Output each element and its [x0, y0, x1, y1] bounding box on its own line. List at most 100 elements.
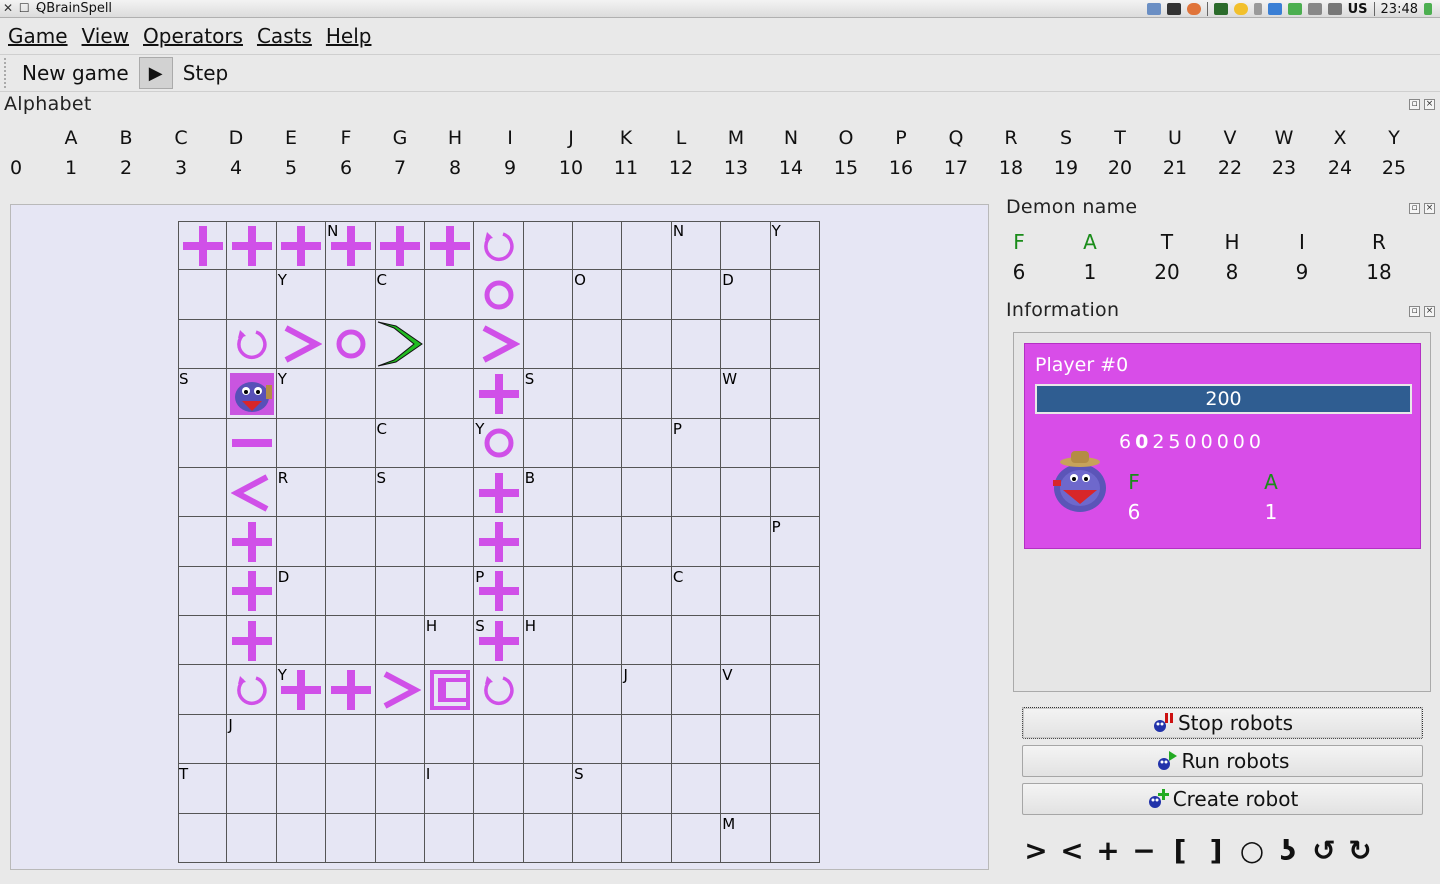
- board-cell[interactable]: [276, 616, 327, 666]
- board-cell[interactable]: [770, 566, 820, 617]
- volume-icon[interactable]: [1327, 3, 1342, 15]
- board-cell[interactable]: [523, 418, 574, 468]
- game-board[interactable]: NNYYCODSYSWCYPRSBPDPCHSHYJVJTISM: [178, 221, 820, 863]
- left-bracket-icon[interactable]: [: [1162, 832, 1198, 868]
- minus-operator-icon[interactable]: [227, 419, 276, 468]
- board-cell[interactable]: [573, 319, 623, 370]
- board-cell[interactable]: [178, 270, 228, 320]
- monitor-icon[interactable]: [1213, 3, 1228, 15]
- menu-operators[interactable]: Operators: [142, 24, 244, 48]
- board-cell[interactable]: [770, 764, 820, 814]
- plus-operator-icon[interactable]: [376, 221, 425, 270]
- board-cell[interactable]: [424, 270, 475, 320]
- lt-operator-icon[interactable]: [227, 468, 276, 517]
- board-cell[interactable]: [622, 714, 672, 765]
- board-cell[interactable]: [424, 764, 475, 814]
- board-cell[interactable]: [424, 517, 475, 567]
- clock[interactable]: 23:48: [1381, 2, 1418, 17]
- board-cell[interactable]: [622, 221, 672, 271]
- board-cell[interactable]: [622, 270, 672, 320]
- circle-operator-icon[interactable]: [474, 419, 523, 468]
- plus-operator-icon[interactable]: [178, 221, 227, 270]
- right-bracket-icon[interactable]: ]: [1198, 832, 1234, 868]
- browser-icon[interactable]: [1186, 3, 1201, 15]
- board-cell[interactable]: [276, 418, 327, 468]
- plus-operator-icon[interactable]: [326, 221, 375, 270]
- rotate-cw-icon[interactable]: ↻: [1342, 832, 1378, 868]
- float-icon[interactable]: ▫: [1409, 306, 1420, 317]
- plus-operator-icon[interactable]: [326, 665, 375, 714]
- board-cell[interactable]: [326, 566, 376, 617]
- menu-game[interactable]: Game: [7, 24, 69, 48]
- files-icon[interactable]: [1146, 3, 1161, 15]
- board-cell[interactable]: [622, 319, 672, 370]
- board-cell[interactable]: [770, 418, 820, 468]
- board-cell[interactable]: [326, 467, 376, 518]
- terminal-icon[interactable]: [1166, 3, 1181, 15]
- bracket-operator-icon[interactable]: [425, 665, 474, 714]
- board-cell[interactable]: [523, 221, 574, 271]
- gt-operator-icon[interactable]: [277, 320, 326, 369]
- board-cell[interactable]: [671, 813, 722, 863]
- robot-icon[interactable]: [227, 369, 276, 418]
- board-cell[interactable]: [671, 714, 722, 765]
- plus-operator-icon[interactable]: [425, 221, 474, 270]
- board-cell[interactable]: [622, 566, 672, 617]
- gt-operator-icon[interactable]: [474, 320, 523, 369]
- board-cell[interactable]: [375, 616, 425, 666]
- plus-operator-icon[interactable]: [227, 221, 276, 270]
- board-cell[interactable]: [178, 616, 228, 666]
- board-cell[interactable]: [523, 714, 574, 765]
- hook-icon[interactable]: ʖ: [1270, 832, 1306, 868]
- plus-operator-icon[interactable]: [277, 665, 326, 714]
- board-cell[interactable]: [770, 369, 820, 419]
- board-cell[interactable]: [326, 369, 376, 419]
- plus-operator-icon[interactable]: [227, 517, 276, 566]
- board-cell[interactable]: [178, 418, 228, 468]
- board-cell[interactable]: [573, 616, 623, 666]
- board-cell[interactable]: [573, 221, 623, 271]
- toolbar-grip[interactable]: [4, 58, 10, 88]
- board-cell[interactable]: [770, 665, 820, 715]
- board-cell[interactable]: [671, 764, 722, 814]
- lt-icon[interactable]: <: [1054, 832, 1090, 868]
- board-cell[interactable]: [227, 270, 277, 320]
- step-button[interactable]: Step: [179, 61, 233, 85]
- board-cell[interactable]: [424, 566, 475, 617]
- board-cell[interactable]: [721, 418, 771, 468]
- board-cell[interactable]: [573, 665, 623, 715]
- plus-operator-icon[interactable]: [474, 517, 523, 566]
- menu-casts[interactable]: Casts: [256, 24, 313, 48]
- board-cell[interactable]: [424, 418, 475, 468]
- board-cell[interactable]: [276, 764, 327, 814]
- plus-operator-icon[interactable]: [474, 468, 523, 517]
- board-cell[interactable]: [375, 714, 425, 765]
- rotate-operator-icon[interactable]: [227, 320, 276, 369]
- board-cell[interactable]: [375, 369, 425, 419]
- board-cell[interactable]: [523, 764, 574, 814]
- board-cell[interactable]: [622, 665, 672, 715]
- board-cell[interactable]: [523, 517, 574, 567]
- board-cell[interactable]: [622, 369, 672, 419]
- board-cell[interactable]: [276, 714, 327, 765]
- board-cell[interactable]: [326, 517, 376, 567]
- board-cell[interactable]: [671, 467, 722, 518]
- menu-view[interactable]: View: [81, 24, 130, 48]
- board-cell[interactable]: [573, 566, 623, 617]
- update-icon[interactable]: [1287, 3, 1302, 15]
- board-cell[interactable]: [227, 764, 277, 814]
- plus-operator-icon[interactable]: [227, 616, 276, 665]
- board-cell[interactable]: [227, 714, 277, 765]
- board-cell[interactable]: [622, 813, 672, 863]
- gt-operator-icon[interactable]: [376, 665, 425, 714]
- board-cell[interactable]: [523, 813, 574, 863]
- board-cell[interactable]: [178, 714, 228, 765]
- board-cell[interactable]: [523, 665, 574, 715]
- close-icon[interactable]: ×: [1424, 203, 1435, 214]
- board-cell[interactable]: [424, 813, 475, 863]
- board-cell[interactable]: [721, 517, 771, 567]
- board-cell[interactable]: [622, 467, 672, 518]
- board-cell[interactable]: [671, 517, 722, 567]
- board-cell[interactable]: [326, 813, 376, 863]
- star-icon[interactable]: [1233, 3, 1248, 15]
